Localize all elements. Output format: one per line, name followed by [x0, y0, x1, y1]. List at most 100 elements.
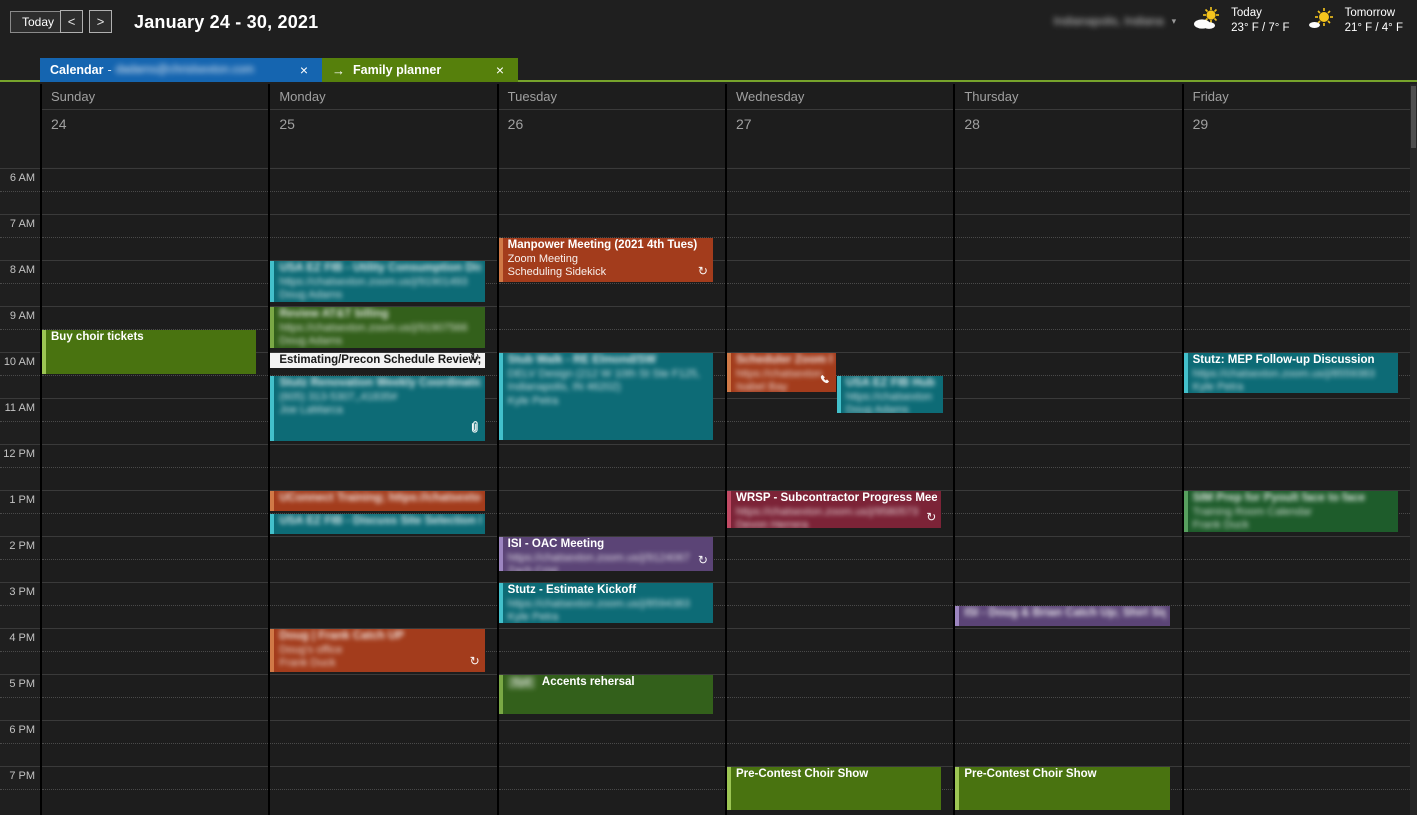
time-slot[interactable]	[270, 582, 496, 628]
scrollbar-thumb[interactable]	[1411, 86, 1416, 148]
time-slot[interactable]	[955, 628, 1181, 674]
calendar-event-stub-walk[interactable]: Stub Walk - RE Elmond/SWDELV Design (212…	[499, 353, 713, 440]
time-slot[interactable]	[499, 766, 725, 812]
time-slot[interactable]	[1184, 214, 1410, 260]
calendar-event-isi-doug-brian-catch-up[interactable]: ISI - Doug & Brian Catch Up; Shirl Sig	[955, 606, 1169, 626]
time-slot[interactable]	[727, 720, 953, 766]
close-icon[interactable]: ×	[492, 62, 508, 78]
time-slot[interactable]	[1184, 168, 1410, 214]
calendar-event-isi-oac-meeting[interactable]: ISI - OAC Meetinghttps://chatsexton.zoom…	[499, 537, 713, 571]
time-slot[interactable]	[1184, 582, 1410, 628]
time-slot[interactable]	[955, 260, 1181, 306]
time-slot[interactable]	[42, 674, 268, 720]
time-slot[interactable]	[270, 214, 496, 260]
tab-family-planner[interactable]: → Family planner ×	[322, 58, 518, 82]
calendar-event-pre-contest-choir-show-wed[interactable]: Pre-Contest Choir Show	[727, 767, 941, 810]
time-slot[interactable]	[727, 674, 953, 720]
calendar-event-usa-ez-fib-site-selection[interactable]: USA EZ FIB - Discuss Site Selection Plan	[270, 514, 484, 534]
time-slot[interactable]	[955, 168, 1181, 214]
time-slot[interactable]	[955, 352, 1181, 398]
time-slot[interactable]	[42, 720, 268, 766]
today-button[interactable]: Today	[10, 11, 66, 33]
calendar-event-stutz-mep-follow-up[interactable]: Stutz: MEP Follow-up Discussionhttps://c…	[1184, 353, 1398, 393]
time-slot[interactable]	[270, 674, 496, 720]
prev-week-button[interactable]: <	[60, 10, 83, 33]
weather-location[interactable]: Indianapolis, Indiana ▾	[1054, 14, 1177, 28]
time-slot[interactable]	[270, 766, 496, 812]
time-slot[interactable]	[727, 582, 953, 628]
time-slot[interactable]	[955, 398, 1181, 444]
time-slot[interactable]	[955, 306, 1181, 352]
time-slot[interactable]	[727, 628, 953, 674]
time-slot[interactable]	[727, 214, 953, 260]
time-slot[interactable]	[1184, 628, 1410, 674]
calendar-event-stutz-renovation-weekly-coordination[interactable]: Stutz Renovation Weekly Coordination(605…	[270, 376, 484, 441]
time-label: 7 PM	[0, 766, 40, 812]
time-slot[interactable]	[955, 444, 1181, 490]
calendar-event-doug-frank-catch-up[interactable]: Doug | Frank Catch UPDoug's officeFrank …	[270, 629, 484, 672]
tab-calendar[interactable]: Calendar - dadams@chrislsexton.com ×	[40, 58, 322, 82]
calendar-event-uconnect-training[interactable]: UConnect Training; https://chatsexton	[270, 491, 484, 511]
time-slot[interactable]	[727, 168, 953, 214]
time-slot[interactable]	[42, 168, 268, 214]
time-slot[interactable]	[42, 444, 268, 490]
weather-tomorrow[interactable]: Tomorrow 21° F / 4° F	[1306, 6, 1403, 36]
close-icon[interactable]: ×	[296, 62, 312, 78]
vertical-scrollbar[interactable]	[1410, 84, 1417, 815]
time-slot[interactable]	[42, 628, 268, 674]
time-slot[interactable]	[1184, 306, 1410, 352]
time-slot[interactable]	[42, 490, 268, 536]
calendar-event-scheduler-zoom[interactable]: Scheduler Zoom lihttps://chatsextonIsabe…	[727, 353, 836, 392]
time-slot[interactable]	[955, 536, 1181, 582]
time-slot[interactable]	[270, 720, 496, 766]
time-slot[interactable]	[1184, 766, 1410, 812]
calendar-event-estimating-precon-schedule-review[interactable]: Estimating/Precon Schedule Review;↻	[270, 353, 484, 368]
time-slot[interactable]	[499, 628, 725, 674]
next-week-button[interactable]: >	[89, 10, 112, 33]
time-slot[interactable]	[42, 766, 268, 812]
calendar-event-stutz-estimate-kickoff[interactable]: Stutz - Estimate Kickoffhttps://chatsext…	[499, 583, 713, 623]
time-slot[interactable]	[1184, 720, 1410, 766]
time-slot[interactable]	[1184, 260, 1410, 306]
time-slot[interactable]	[1184, 536, 1410, 582]
calendar-event-usa-ez-fib-hub[interactable]: USA EZ FIB Hub 1https://chatsextonDoug A…	[837, 376, 943, 413]
time-slot[interactable]	[499, 444, 725, 490]
calendar-event-buy-choir-tickets[interactable]: Buy choir tickets	[42, 330, 256, 374]
time-slot[interactable]	[499, 490, 725, 536]
time-slot[interactable]	[42, 260, 268, 306]
calendar-event-usa-ez-fib-utility-consumption[interactable]: USA EZ FIB - Utility Consumption Discuht…	[270, 261, 484, 302]
weather-today[interactable]: Today 23° F / 7° F	[1192, 6, 1289, 36]
time-slot[interactable]	[1184, 444, 1410, 490]
time-slot[interactable]	[727, 260, 953, 306]
calendar-event-manpower-meeting[interactable]: Manpower Meeting (2021 4th Tues)Zoom Mee…	[499, 238, 713, 282]
time-slot[interactable]	[270, 444, 496, 490]
time-slot[interactable]	[727, 306, 953, 352]
time-slot[interactable]	[1184, 398, 1410, 444]
day-column-header-tuesday: Tuesday26	[497, 84, 725, 168]
time-slot[interactable]	[955, 490, 1181, 536]
calendar-event-sim-prep-pyoult-face-to-face[interactable]: SIM Prep for Pyoult face to faceTraining…	[1184, 491, 1398, 532]
calendar-event-wrsp-subcontractor-progress[interactable]: WRSP - Subcontractor Progress Meetinhttp…	[727, 491, 941, 528]
time-slot[interactable]	[727, 536, 953, 582]
time-slot[interactable]	[42, 536, 268, 582]
calendar-event-accents-rehersal[interactable]: SydAccents rehersal	[499, 675, 713, 714]
time-slot[interactable]	[727, 444, 953, 490]
time-slot[interactable]	[1184, 674, 1410, 720]
time-slot[interactable]	[499, 306, 725, 352]
calendar-event-pre-contest-choir-show-thu[interactable]: Pre-Contest Choir Show	[955, 767, 1169, 810]
time-slot[interactable]	[499, 168, 725, 214]
time-slot[interactable]	[499, 720, 725, 766]
time-slot[interactable]	[270, 536, 496, 582]
tab-calendar-label: Calendar	[50, 63, 104, 77]
time-slot[interactable]	[270, 168, 496, 214]
time-slot[interactable]	[955, 674, 1181, 720]
time-slot[interactable]	[955, 214, 1181, 260]
time-slot[interactable]	[42, 582, 268, 628]
time-slot[interactable]	[42, 398, 268, 444]
time-slot[interactable]	[955, 720, 1181, 766]
time-label: 12 PM	[0, 444, 40, 490]
time-slot[interactable]	[42, 214, 268, 260]
recurrence-icon: ↻	[470, 652, 480, 670]
event-detail: Zach Crist	[508, 565, 709, 571]
calendar-event-review-att-billing[interactable]: Review AT&T billinghttps://chatsexton.zo…	[270, 307, 484, 348]
